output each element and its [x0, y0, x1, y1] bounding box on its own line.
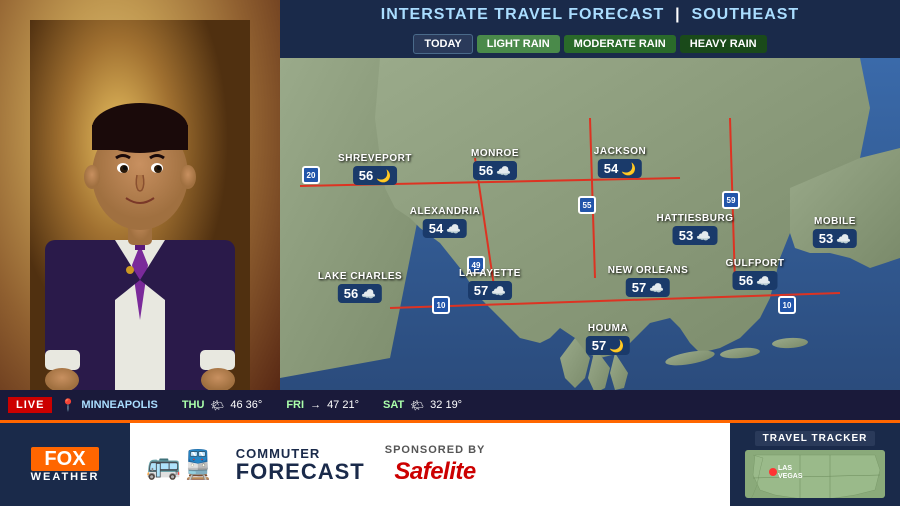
ticker-sat: SAT 🌤 32 19°	[383, 399, 462, 412]
anchor-panel	[0, 0, 280, 420]
city-shreveport: SHREVEPORT 56 🌙	[338, 153, 412, 185]
live-badge: LIVE	[8, 397, 52, 413]
svg-text:VEGAS: VEGAS	[778, 473, 803, 480]
map-svg	[280, 58, 900, 408]
forecast-label: FORECAST	[236, 461, 365, 483]
interstate-10a: 10	[432, 296, 450, 314]
map-title: INTERSTATE TRAVEL FORECAST | SOUTHEAST	[381, 6, 799, 23]
city-new-orleans: NEW ORLEANS 57 ☁️	[608, 265, 689, 297]
fox-text: FOX	[31, 447, 100, 471]
legend-moderate-rain: MODERATE RAIN	[564, 35, 676, 53]
ticker-bar: LIVE 📍 MINNEAPOLIS THU 🌤 46 36° FRI → 47…	[0, 390, 900, 420]
commuter-section: 🚌🚆 COMMUTER FORECAST SPONSORED BY Safeli…	[130, 423, 730, 506]
city-jackson: JACKSON 54 🌙	[594, 146, 646, 178]
ticker-location: 📍 MINNEAPOLIS	[60, 398, 157, 412]
fox-weather-section: FOX WEATHER	[0, 423, 130, 506]
map-panel: INTERSTATE TRAVEL FORECAST | SOUTHEAST T…	[280, 0, 900, 420]
svg-text:LAS: LAS	[778, 465, 792, 472]
city-hattiesburg: HATTIESBURG 53 ☁️	[657, 213, 734, 245]
forecast-region: SOUTHEAST	[692, 6, 800, 23]
interstate-55: 55	[578, 196, 596, 214]
commuter-icons: 🚌🚆	[146, 448, 216, 481]
city-houma: HOUMA 57 🌙	[586, 323, 630, 355]
main-container: INTERSTATE TRAVEL FORECAST | SOUTHEAST T…	[0, 0, 900, 420]
travel-tracker-label: TRAVEL TRACKER	[755, 431, 876, 446]
interstate-10b: 10	[778, 296, 796, 314]
travel-tracker-section: TRAVEL TRACKER LAS VEGAS	[730, 423, 900, 506]
map-header: INTERSTATE TRAVEL FORECAST | SOUTHEAST	[280, 0, 900, 30]
sponsored-area: SPONSORED BY Safelite	[385, 444, 486, 486]
ticker-items: 📍 MINNEAPOLIS THU 🌤 46 36° FRI → 47 21° …	[60, 398, 462, 412]
interstate-59: 59	[722, 191, 740, 209]
mini-map: LAS VEGAS	[745, 450, 885, 498]
commuter-text: COMMUTER FORECAST	[236, 446, 365, 483]
weather-text: WEATHER	[31, 471, 100, 483]
city-gulfport: GULFPORT 56 ☁️	[726, 258, 785, 290]
ticker-thu: THU 🌤 46 36°	[182, 399, 263, 412]
legend-bar: TODAY LIGHT RAIN MODERATE RAIN HEAVY RAI…	[280, 30, 900, 58]
ticker-city-name: MINNEAPOLIS	[81, 399, 157, 411]
sponsored-by-label: SPONSORED BY	[385, 444, 486, 456]
legend-light-rain: LIGHT RAIN	[477, 35, 560, 53]
interstate-20: 20	[302, 166, 320, 184]
ticker-fri: FRI → 47 21°	[286, 399, 359, 411]
city-alexandria: ALEXANDRIA 54 ☁️	[410, 206, 481, 238]
anchor-person	[0, 0, 280, 420]
legend-heavy-rain: HEAVY RAIN	[680, 35, 767, 53]
city-lake-charles: LAKE CHARLES 56 ☁️	[318, 271, 402, 303]
city-mobile: MOBILE 53 ☁️	[813, 216, 857, 248]
safelite-logo: Safelite	[394, 458, 475, 486]
bottom-bar: FOX WEATHER 🚌🚆 COMMUTER FORECAST SPONSOR…	[0, 420, 900, 506]
location-icon: 📍	[60, 398, 75, 412]
forecast-title: INTERSTATE TRAVEL FORECAST	[381, 6, 664, 23]
weather-map: 20 55 59 49 10 10 SHREVEPORT 56 🌙 MONROE…	[280, 58, 900, 408]
legend-today: TODAY	[413, 34, 472, 54]
city-lafayette: LAFAYETTE 57 ☁️	[459, 268, 521, 300]
fox-weather-logo: FOX WEATHER	[31, 447, 100, 483]
mini-map-svg: LAS VEGAS	[745, 450, 885, 498]
city-monroe: MONROE 56 ☁️	[471, 148, 519, 180]
